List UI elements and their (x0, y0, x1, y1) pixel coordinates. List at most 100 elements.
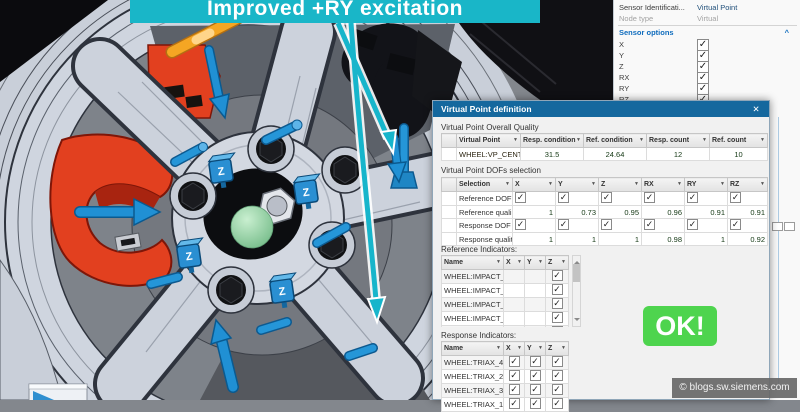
checkbox-z[interactable] (552, 270, 563, 281)
reference-indicators-label: Reference Indicators: (441, 245, 517, 254)
col-header[interactable]: Name▼ (442, 342, 504, 356)
watermark: © blogs.sw.siemens.com (672, 378, 797, 398)
col-header[interactable]: RY▼ (685, 178, 728, 192)
checkbox-z[interactable] (552, 356, 563, 367)
dialog-titlebar[interactable]: Virtual Point definition ✕ (433, 101, 769, 117)
filter-icon: ▼ (505, 178, 510, 191)
sensor-options-header: Sensor options ^ (619, 27, 797, 38)
col-header[interactable]: Y▼ (525, 342, 546, 356)
scrollbar-thumb[interactable] (573, 264, 580, 282)
property-row: Node type Virtual (619, 13, 797, 24)
scroll-down-icon[interactable] (574, 318, 580, 324)
list-item[interactable]: WHEEL:TRIAX_2 (442, 370, 569, 384)
checkbox-x[interactable] (509, 370, 520, 381)
col-header[interactable]: Name▼ (442, 256, 504, 270)
property-value: Virtual (697, 13, 718, 24)
checkbox-z[interactable] (552, 370, 563, 381)
col-header[interactable]: Resp. count▼ (647, 134, 710, 148)
checkbox-z[interactable] (552, 326, 563, 327)
checkbox-ref-rx[interactable] (644, 192, 655, 203)
col-header[interactable]: Z▼ (546, 342, 569, 356)
col-header[interactable]: Z▼ (599, 178, 642, 192)
divider (618, 25, 797, 26)
window-icon[interactable] (772, 222, 783, 231)
col-header[interactable]: Resp. condition▼ (521, 134, 584, 148)
col-header[interactable]: X▼ (504, 342, 525, 356)
col-header[interactable]: Ref. count▼ (710, 134, 768, 148)
collapse-chevron-icon[interactable]: ^ (785, 27, 789, 38)
checkbox-resp-rz[interactable] (730, 219, 741, 230)
filter-icon: ▼ (561, 342, 566, 355)
list-item[interactable]: WHEEL:IMPACT_3 (442, 312, 569, 326)
window-icon[interactable] (784, 222, 795, 231)
checkbox-y[interactable] (530, 384, 541, 395)
dialog-title: Virtual Point definition (441, 104, 532, 114)
ok-annotation: OK! (643, 306, 717, 346)
dof-row-rx: RX (619, 72, 797, 83)
filter-icon: ▼ (639, 134, 644, 147)
reference-indicators-list: Name▼ X▼ Y▼ Z▼ WHEEL:IMPACT_6 WHEEL:IMPA… (441, 255, 570, 327)
dofs-selection-label: Virtual Point DOFs selection (441, 166, 541, 175)
banner-text: Improved +RY excitation (130, 0, 540, 22)
response-dof-row: Response DOF (442, 219, 768, 233)
close-icon[interactable]: ✕ (750, 101, 762, 117)
col-header[interactable]: Ref. condition▼ (584, 134, 647, 148)
resp-condition-value: 31.5 (521, 148, 584, 161)
filter-icon: ▼ (517, 256, 522, 269)
col-header[interactable]: Virtual Point▼ (457, 134, 521, 148)
virtual-point-sphere (231, 206, 273, 248)
checkbox-ref-x[interactable] (515, 192, 526, 203)
checkbox-resp-y[interactable] (558, 219, 569, 230)
col-header[interactable]: Selection▼ (457, 178, 513, 192)
row-handle (442, 134, 457, 148)
col-header[interactable]: RZ▼ (728, 178, 768, 192)
dof-row-y: Y (619, 50, 797, 61)
checkbox-resp-rx[interactable] (644, 219, 655, 230)
filter-icon: ▼ (513, 134, 518, 147)
filter-icon: ▼ (591, 178, 596, 191)
checkbox-ref-y[interactable] (558, 192, 569, 203)
checkbox-y[interactable] (530, 356, 541, 367)
checkbox-z[interactable] (552, 384, 563, 395)
col-header[interactable]: Y▼ (556, 178, 599, 192)
list-item[interactable]: WHEEL:IMPACT_2 (442, 284, 569, 298)
property-value[interactable]: Virtual Point (697, 2, 737, 13)
filter-icon: ▼ (677, 178, 682, 191)
ref-condition-value: 24.64 (584, 148, 647, 161)
checkbox-y[interactable] (530, 370, 541, 381)
property-row: Sensor Identificati... Virtual Point (619, 2, 797, 13)
checkbox-ref-z[interactable] (601, 192, 612, 203)
col-header[interactable]: X▼ (513, 178, 556, 192)
checkbox-ref-rz[interactable] (730, 192, 741, 203)
list-item[interactable]: WHEEL:TRIAX_4 (442, 356, 569, 370)
ref-count-value: 10 (710, 148, 768, 161)
checkbox-ref-ry[interactable] (687, 192, 698, 203)
filter-icon: ▼ (538, 342, 543, 355)
checkbox-z[interactable] (552, 284, 563, 295)
checkbox-z[interactable] (552, 312, 563, 323)
col-header[interactable]: Y▼ (525, 256, 546, 270)
table-row[interactable]: WHEEL:VP_CENTER 31.5 24.64 12 10 (442, 148, 768, 161)
checkbox-x[interactable] (509, 384, 520, 395)
filter-icon: ▼ (538, 256, 543, 269)
filter-icon: ▼ (496, 342, 501, 355)
row-handle (442, 178, 457, 192)
filter-icon: ▼ (496, 256, 501, 269)
list-item[interactable]: WHEEL:TRIAX_3 (442, 384, 569, 398)
col-header[interactable]: X▼ (504, 256, 525, 270)
checkbox-x[interactable] (509, 356, 520, 367)
scrollbar[interactable] (572, 255, 581, 327)
reference-quality-row: Reference quali... 1 0.73 0.95 0.96 0.91… (442, 206, 768, 219)
dof-row-z: Z (619, 61, 797, 72)
checkbox-resp-x[interactable] (515, 219, 526, 230)
filter-icon: ▼ (517, 342, 522, 355)
list-item[interactable]: WHEEL:IMPACT_7 (442, 298, 569, 312)
col-header[interactable]: RX▼ (642, 178, 685, 192)
checkbox-resp-z[interactable] (601, 219, 612, 230)
checkbox-z[interactable] (552, 298, 563, 309)
list-item[interactable]: WHEEL:IMPACT_8 (442, 326, 569, 328)
col-header[interactable]: Z▼ (546, 256, 569, 270)
list-item[interactable]: WHEEL:IMPACT_6 (442, 270, 569, 284)
response-quality-row: Response quality 1 1 1 0.98 1 0.92 (442, 233, 768, 246)
checkbox-resp-ry[interactable] (687, 219, 698, 230)
